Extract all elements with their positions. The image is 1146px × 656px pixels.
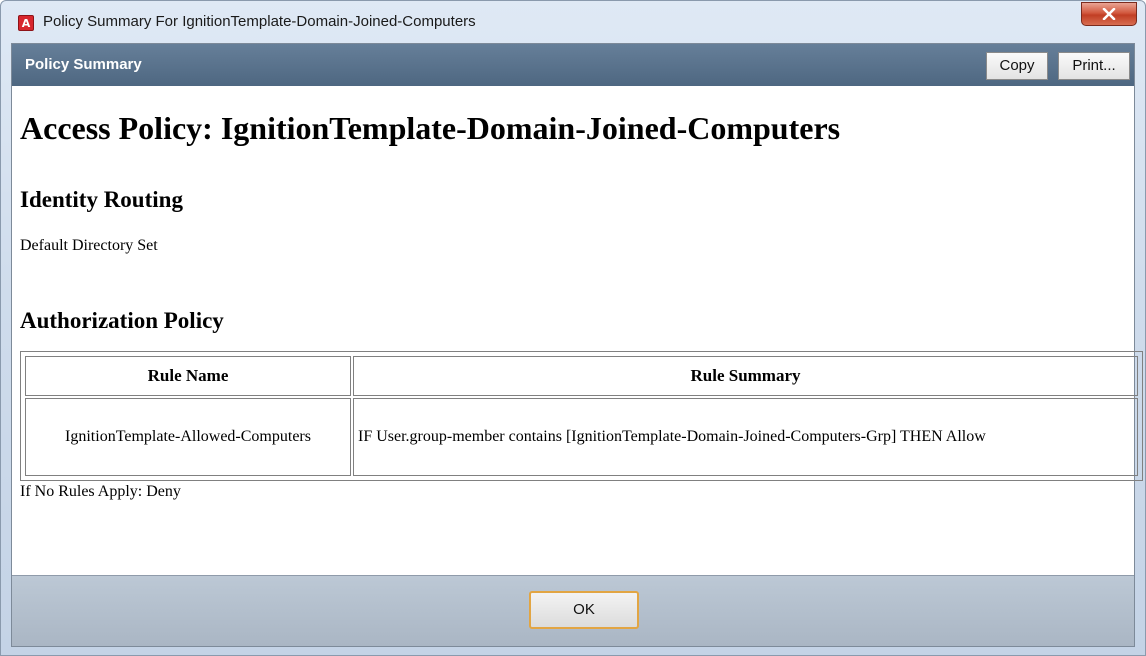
header-title: Policy Summary — [25, 56, 142, 73]
dialog-footer: OK — [12, 575, 1134, 646]
policy-summary-header: Policy Summary Copy Print... — [12, 44, 1134, 86]
default-rule-text: If No Rules Apply: Deny — [20, 483, 181, 500]
authorization-rules-table: Rule Name Rule Summary IgnitionTemplate-… — [20, 351, 1143, 481]
authorization-policy-heading: Authorization Policy — [20, 308, 224, 333]
policy-summary-window: A Policy Summary For IgnitionTemplate-Do… — [0, 0, 1146, 656]
ok-button[interactable]: OK — [529, 591, 639, 629]
copy-button[interactable]: Copy — [986, 52, 1048, 80]
rule-summary-cell: IF User.group-member contains [IgnitionT… — [353, 398, 1138, 476]
column-header-rule-name: Rule Name — [25, 356, 351, 396]
policy-summary-content: Access Policy: IgnitionTemplate-Domain-J… — [12, 86, 1143, 578]
close-window-button[interactable] — [1081, 2, 1137, 26]
dialog-client-area: Policy Summary Copy Print... Access Poli… — [11, 43, 1143, 647]
app-logo-icon: A — [18, 15, 34, 31]
access-policy-heading: Access Policy: IgnitionTemplate-Domain-J… — [20, 110, 841, 146]
rule-name-cell: IgnitionTemplate-Allowed-Computers — [25, 398, 351, 476]
table-row: IgnitionTemplate-Allowed-Computers IF Us… — [25, 398, 1138, 476]
window-title: Policy Summary For IgnitionTemplate-Doma… — [43, 13, 476, 30]
identity-routing-heading: Identity Routing — [20, 187, 183, 212]
close-icon — [1102, 8, 1116, 20]
print-button[interactable]: Print... — [1058, 52, 1130, 80]
column-header-rule-summary: Rule Summary — [353, 356, 1138, 396]
identity-routing-value: Default Directory Set — [20, 237, 158, 254]
window-titlebar[interactable]: A Policy Summary For IgnitionTemplate-Do… — [1, 1, 1145, 43]
table-header-row: Rule Name Rule Summary — [25, 356, 1138, 396]
